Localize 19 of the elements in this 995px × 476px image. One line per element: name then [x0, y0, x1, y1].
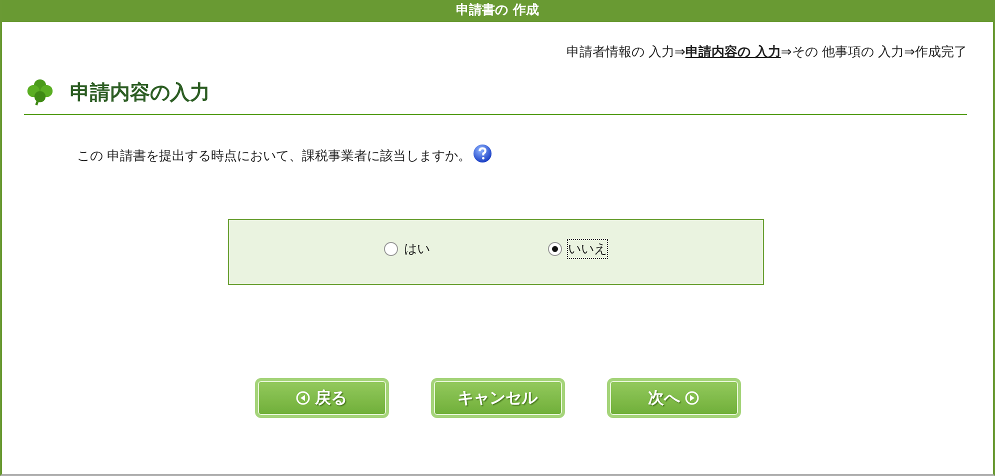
- window-title: 申請書の 作成: [2, 0, 993, 22]
- cancel-button[interactable]: キャンセル: [430, 378, 564, 418]
- arrow-separator: ⇒: [674, 45, 686, 60]
- breadcrumb-step: 申請者情報の 入力: [566, 45, 674, 60]
- help-icon[interactable]: [473, 144, 492, 163]
- radio-button[interactable]: [384, 242, 398, 256]
- arrow-separator: ⇒: [904, 45, 915, 60]
- breadcrumb-step: 作成完了: [915, 45, 967, 60]
- clover-icon: [26, 78, 54, 106]
- section-heading: 申請内容の入力: [70, 78, 210, 106]
- next-button[interactable]: 次へ: [606, 378, 740, 418]
- question-text: この 申請書を提出する時点において、課税事業者に該当しますか。: [77, 148, 472, 165]
- arrow-separator: ⇒: [780, 45, 792, 60]
- radio-option[interactable]: はい: [384, 240, 430, 258]
- radio-option[interactable]: いいえ: [548, 240, 607, 258]
- breadcrumb-step: 申請内容の 入力: [685, 45, 781, 60]
- radio-button[interactable]: [548, 242, 562, 256]
- breadcrumb-step: その 他事項の 入力: [792, 45, 904, 60]
- back-button[interactable]: 戻る: [254, 378, 388, 418]
